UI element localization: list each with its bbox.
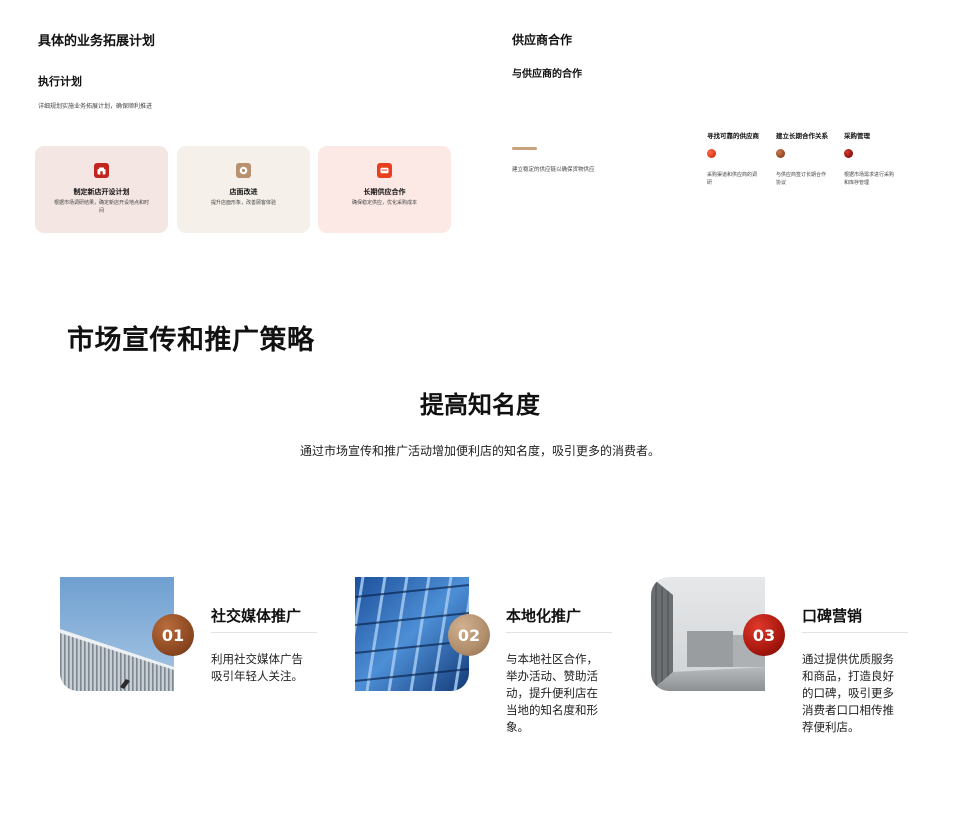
accent-bar [512, 147, 537, 150]
plan-card-store-improve: 店面改进 提升店面形象，改善顾客体验 [177, 146, 310, 233]
marketing-title: 市场宣传和推广策略 [67, 325, 315, 356]
strategy-desc: 利用社交媒体广告吸引年轻人关注。 [211, 652, 303, 683]
supplier-step-title: 建立长期合作关系 [776, 132, 828, 140]
supplier-title: 供应商合作 [512, 33, 573, 47]
plan-description: 详细规划实施业务拓展计划，确保顺利推进 [38, 103, 153, 110]
plan-title: 具体的业务拓展计划 [38, 34, 156, 49]
strategy-desc: 与本地社区合作，举办活动、赞助活动，提升便利店在当地的知名度和形象。 [506, 652, 598, 734]
supplier-step-title: 采购管理 [844, 132, 870, 140]
step-dot [844, 149, 853, 158]
supplier-step-desc: 采购渠道和供应商的调研 [707, 172, 758, 186]
supplier-step: 建立长期合作关系 与供应商签订长期合作协议 [776, 130, 842, 187]
supplier-description: 建立稳定的供应链以确保货物供应 [512, 167, 595, 173]
plan-card-title: 制定新店开设计划 [73, 188, 130, 196]
strategy-title: 本地化推广 [506, 607, 582, 625]
supplier-step-desc: 根据市场需求进行采购和库存管理 [844, 172, 895, 186]
step-dot [776, 149, 785, 158]
marketing-description: 通过市场宣传和推广活动增加便利店的知名度，吸引更多的消费者。 [299, 444, 660, 458]
target-icon [236, 163, 251, 178]
handshake-icon [377, 163, 392, 178]
plan-subtitle: 执行计划 [38, 75, 82, 88]
supplier-subtitle: 与供应商的合作 [512, 69, 582, 80]
plan-card-title: 店面改进 [229, 188, 258, 196]
divider [802, 632, 908, 633]
plan-card-supply: 长期供应合作 确保稳定供应，优化采购成本 [318, 146, 451, 233]
strategy-title: 口碑营销 [802, 607, 863, 625]
plan-card-desc: 提升店面形象，改善顾客体验 [210, 200, 276, 206]
strategy-number-badge: 03 [743, 614, 785, 656]
store-icon [94, 163, 109, 178]
plan-card-desc: 根据市场调研结果，确定新店开设地点和时间 [53, 200, 149, 214]
supplier-step: 寻找可靠的供应商 采购渠道和供应商的调研 [707, 130, 773, 187]
divider [211, 632, 317, 633]
strategy-number-badge: 01 [152, 614, 194, 656]
divider [506, 632, 612, 633]
plan-card-title: 长期供应合作 [363, 188, 406, 196]
marketing-subtitle: 提高知名度 [420, 391, 540, 419]
strategy-desc: 通过提供优质服务和商品，打造良好的口碑，吸引更多消费者口口相传推荐便利店。 [802, 652, 894, 734]
supplier-step-title: 寻找可靠的供应商 [707, 132, 759, 140]
supplier-step: 采购管理 根据市场需求进行采购和库存管理 [844, 130, 910, 187]
step-dot [707, 149, 716, 158]
plan-card-new-store: 制定新店开设计划 根据市场调研结果，确定新店开设地点和时间 [35, 146, 168, 233]
strategy-number-badge: 02 [448, 614, 490, 656]
supplier-step-desc: 与供应商签订长期合作协议 [776, 172, 827, 186]
plan-card-desc: 确保稳定供应，优化采购成本 [351, 200, 417, 206]
strategy-title: 社交媒体推广 [211, 607, 302, 625]
